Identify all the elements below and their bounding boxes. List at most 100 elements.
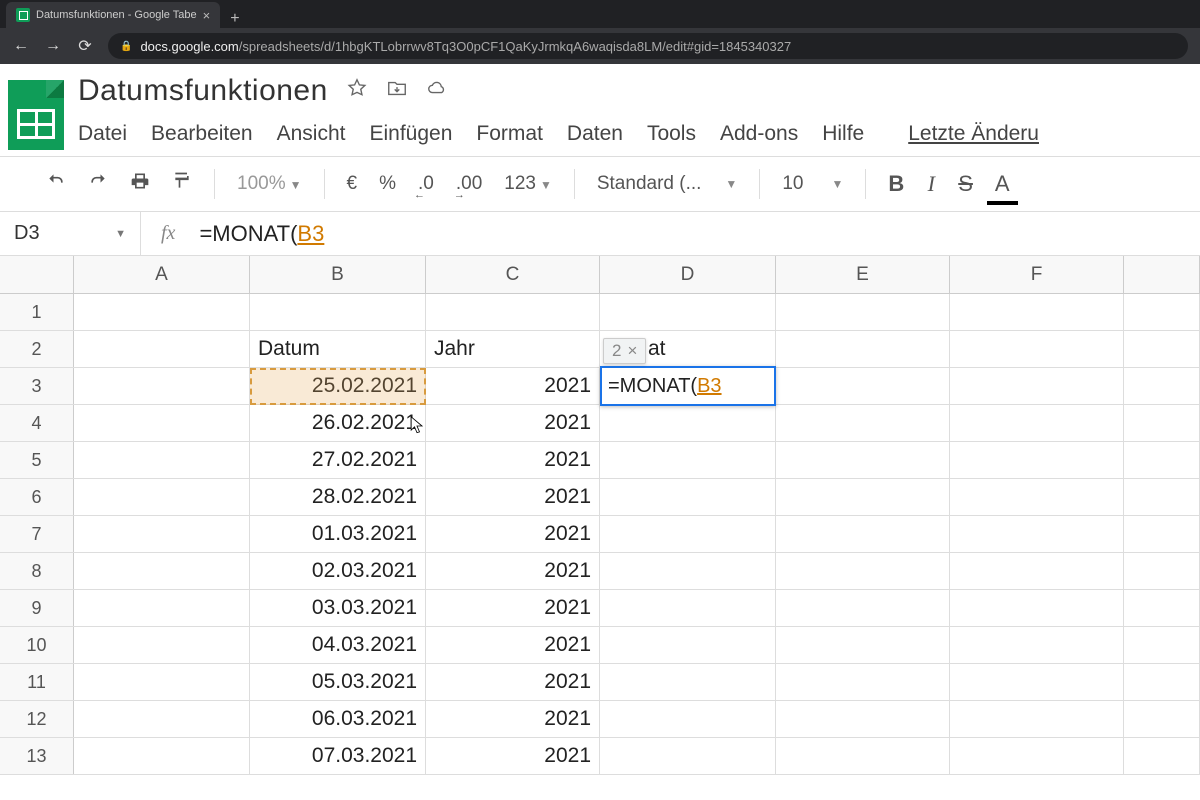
cell[interactable] [600,590,776,626]
star-icon[interactable] [346,77,368,105]
text-color-button[interactable]: A [989,167,1016,201]
cell[interactable] [1124,664,1200,700]
cell[interactable] [74,738,250,774]
italic-button[interactable]: I [920,167,942,201]
cell[interactable] [600,664,776,700]
cell[interactable] [600,516,776,552]
cell[interactable] [74,664,250,700]
row-header[interactable]: 8 [0,553,74,589]
cell[interactable] [950,368,1124,404]
cell[interactable] [1124,368,1200,404]
cell[interactable]: 2021 [426,479,600,515]
cell[interactable] [250,294,426,330]
close-tab-icon[interactable]: × [203,8,211,23]
cell[interactable] [600,627,776,663]
row-header[interactable]: 12 [0,701,74,737]
formula-bar[interactable]: =MONAT(B3 [199,221,324,247]
cell[interactable]: 02.03.2021 [250,553,426,589]
active-cell-editor[interactable]: =MONAT(B3 [600,366,776,406]
cell[interactable] [426,294,600,330]
number-format-dropdown[interactable]: 123▼ [498,169,558,199]
cell[interactable] [950,442,1124,478]
cell[interactable]: 2021 [426,516,600,552]
menu-tools[interactable]: Tools [647,122,696,146]
row-header[interactable]: 9 [0,590,74,626]
cell[interactable] [600,442,776,478]
bold-button[interactable]: B [882,167,910,201]
cell[interactable]: Jahr [426,331,600,367]
cell[interactable] [1124,331,1200,367]
undo-icon[interactable] [40,167,72,201]
document-title[interactable]: Datumsfunktionen [78,74,328,108]
cell[interactable] [776,368,950,404]
cell[interactable] [1124,405,1200,441]
cell[interactable]: 2021 [426,553,600,589]
cell[interactable] [1124,442,1200,478]
decrease-decimal-button[interactable]: .0← [412,169,440,199]
cell[interactable] [600,738,776,774]
cell[interactable] [1124,701,1200,737]
new-tab-button[interactable]: + [220,10,249,28]
cell[interactable] [776,516,950,552]
cell[interactable] [74,442,250,478]
cell[interactable] [74,294,250,330]
browser-tab[interactable]: Datumsfunktionen - Google Tabe × [6,2,220,28]
cell[interactable] [1124,516,1200,552]
cell[interactable] [1124,553,1200,589]
col-header-D[interactable]: D [600,256,776,293]
cell[interactable] [950,479,1124,515]
menu-ansicht[interactable]: Ansicht [277,122,346,146]
cell[interactable]: 2021 [426,664,600,700]
cell[interactable] [600,553,776,589]
cell[interactable]: 28.02.2021 [250,479,426,515]
cell[interactable] [950,331,1124,367]
spreadsheet-grid[interactable]: A B C D E F 12DatumJahrat325.02.20212021… [0,256,1200,775]
cell[interactable] [950,294,1124,330]
row-header[interactable]: 2 [0,331,74,367]
row-header[interactable]: 4 [0,405,74,441]
cell[interactable] [776,479,950,515]
row-header[interactable]: 3 [0,368,74,404]
col-header-E[interactable]: E [776,256,950,293]
sheets-logo-icon[interactable] [8,80,64,150]
cell[interactable] [776,701,950,737]
cell[interactable]: 07.03.2021 [250,738,426,774]
cell[interactable] [950,664,1124,700]
cell[interactable] [776,738,950,774]
col-header-overflow[interactable] [1124,256,1200,293]
col-header-F[interactable]: F [950,256,1124,293]
cell[interactable]: 2021 [426,627,600,663]
paint-format-icon[interactable] [166,167,198,201]
cell[interactable]: 2021 [426,405,600,441]
menu-einfuegen[interactable]: Einfügen [369,122,452,146]
cell[interactable]: 2021 [426,590,600,626]
menu-addons[interactable]: Add-ons [720,122,798,146]
name-box-caret-icon[interactable]: ▼ [115,228,126,240]
cell[interactable] [776,331,950,367]
cell[interactable]: 06.03.2021 [250,701,426,737]
cell[interactable] [1124,738,1200,774]
reload-icon[interactable]: ⟳ [76,36,94,56]
strikethrough-button[interactable]: S [952,167,979,201]
redo-icon[interactable] [82,167,114,201]
cell[interactable]: 2021 [426,442,600,478]
cell[interactable] [600,294,776,330]
cell[interactable] [74,516,250,552]
cell[interactable] [74,368,250,404]
cell[interactable]: 03.03.2021 [250,590,426,626]
cell[interactable] [1124,590,1200,626]
cell[interactable] [74,553,250,589]
col-header-C[interactable]: C [426,256,600,293]
row-header[interactable]: 7 [0,516,74,552]
font-family-dropdown[interactable]: Standard (...▼ [591,169,743,199]
move-to-folder-icon[interactable] [386,77,408,105]
cell[interactable] [74,405,250,441]
back-icon[interactable]: ← [12,37,30,55]
cell[interactable] [776,590,950,626]
cell[interactable] [950,590,1124,626]
cell[interactable] [776,442,950,478]
menu-bearbeiten[interactable]: Bearbeiten [151,122,253,146]
cell[interactable]: 05.03.2021 [250,664,426,700]
cell[interactable] [74,590,250,626]
cell[interactable] [950,405,1124,441]
